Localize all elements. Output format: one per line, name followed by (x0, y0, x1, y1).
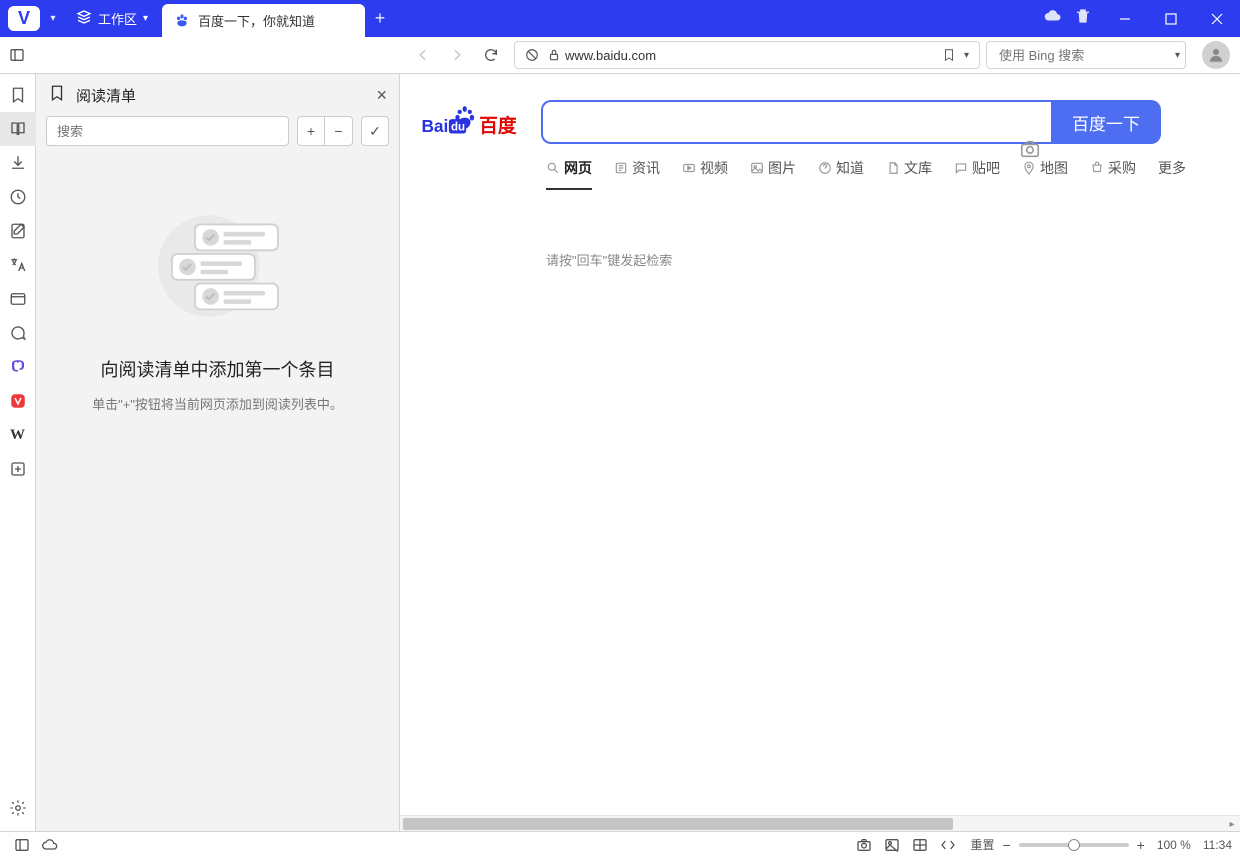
baidu-tab-more[interactable]: 更多 (1158, 158, 1186, 190)
tab-title: 百度一下，你就知道 (198, 11, 315, 30)
reading-list-panel: 阅读清单 × + − ✓ (36, 74, 400, 831)
svg-text:Bai: Bai (421, 116, 448, 136)
vivaldi-menu-chevron[interactable]: ▾ (44, 0, 62, 37)
chevron-down-icon[interactable]: ▾ (1175, 50, 1180, 61)
nav-back-button[interactable] (406, 37, 440, 74)
window-maximize-button[interactable] (1148, 0, 1194, 37)
panel-close-button[interactable]: × (376, 85, 387, 106)
url-input[interactable] (565, 48, 938, 63)
baidu-logo[interactable]: Bai du 百度 (420, 102, 521, 142)
panel-empty-state: 向阅读清单中添加第一个条目 单击"+"按钮将当前网页添加到阅读列表中。 (36, 156, 399, 831)
status-devtools-icon[interactable] (934, 832, 962, 857)
new-tab-button[interactable]: + (365, 0, 395, 37)
rail-history[interactable] (0, 180, 36, 214)
empty-illustration-icon (143, 206, 293, 326)
status-tiling-icon[interactable] (906, 832, 934, 857)
camera-icon[interactable] (1019, 138, 1041, 165)
workspace-button[interactable]: 工作区 ▾ (62, 0, 162, 37)
rail-bookmarks[interactable] (0, 78, 36, 112)
rail-downloads[interactable] (0, 146, 36, 180)
svg-text:百度: 百度 (479, 114, 517, 136)
rail-chat[interactable] (0, 316, 36, 350)
rail-add-panel[interactable] (0, 452, 36, 486)
sync-cloud-icon[interactable] (1044, 7, 1062, 30)
panel-mark-read-button[interactable]: ✓ (361, 116, 389, 146)
chevron-down-icon: ▾ (143, 13, 148, 24)
baidu-tab-web[interactable]: 网页 (546, 158, 592, 190)
clock: 11:34 (1203, 838, 1232, 852)
vivaldi-logo[interactable]: V (8, 6, 40, 31)
baidu-tab-zhidao[interactable]: 知道 (818, 158, 864, 190)
trash-icon[interactable] (1074, 7, 1092, 30)
toolbar: ▾ ▾ (0, 37, 1240, 74)
status-sync-icon[interactable] (36, 832, 64, 857)
zoom-out-button[interactable]: − (1002, 837, 1010, 853)
nav-forward-button[interactable] (440, 37, 474, 74)
panel-remove-button[interactable]: − (325, 116, 353, 146)
lock-icon[interactable] (543, 48, 565, 62)
scroll-thumb[interactable] (403, 818, 953, 830)
address-bar[interactable]: ▾ (514, 41, 980, 69)
baidu-tab-news[interactable]: 资讯 (614, 158, 660, 190)
panel-title: 阅读清单 (76, 85, 136, 106)
status-images-icon[interactable] (878, 832, 906, 857)
rail-settings[interactable] (0, 791, 36, 825)
rail-wikipedia[interactable]: W (0, 418, 36, 452)
baidu-hint-text: 请按"回车"键发起检索 (400, 190, 1240, 269)
zoom-slider-knob[interactable] (1068, 839, 1080, 851)
rail-window[interactable] (0, 282, 36, 316)
empty-subtitle: 单击"+"按钮将当前网页添加到阅读列表中。 (92, 394, 343, 413)
baidu-tab-wenku[interactable]: 文库 (886, 158, 932, 190)
scroll-right-arrow[interactable]: ▸ (1224, 816, 1240, 832)
baidu-search-input[interactable] (541, 100, 1051, 144)
rail-translate[interactable] (0, 248, 36, 282)
baidu-tab-image[interactable]: 图片 (750, 158, 796, 190)
baidu-favicon-icon (174, 13, 190, 29)
reading-list-icon (48, 84, 66, 107)
side-rail: W (0, 74, 36, 831)
zoom-in-button[interactable]: + (1137, 837, 1145, 853)
search-input[interactable] (993, 48, 1175, 63)
horizontal-scrollbar[interactable]: ◂ ▸ (400, 815, 1240, 831)
baidu-search-button[interactable]: 百度一下 (1051, 100, 1161, 144)
workspace-icon (76, 9, 92, 28)
baidu-tab-caigou[interactable]: 采购 (1090, 158, 1136, 190)
zoom-value: 100 % (1157, 838, 1191, 852)
nav-reload-button[interactable] (474, 37, 508, 74)
search-bar[interactable]: ▾ (986, 41, 1186, 69)
empty-title: 向阅读清单中添加第一个条目 (101, 356, 335, 382)
rail-vivaldi[interactable] (0, 384, 36, 418)
bookmark-icon[interactable] (938, 48, 960, 62)
status-panel-toggle[interactable] (8, 832, 36, 857)
panel-search[interactable] (46, 116, 289, 146)
zoom-reset-button[interactable]: 重置 (970, 836, 994, 853)
baidu-nav-tabs: 网页 资讯 视频 图片 知道 文库 贴吧 地图 采购 更多 (400, 144, 1240, 190)
chevron-down-icon[interactable]: ▾ (960, 50, 973, 61)
panel-add-button[interactable]: + (297, 116, 325, 146)
browser-tab-active[interactable]: 百度一下，你就知道 (162, 4, 365, 37)
page-content: Bai du 百度 百度一下 网页 资讯 视频 图片 知道 文库 贴吧 地图 采… (400, 74, 1240, 831)
zoom-slider[interactable] (1019, 843, 1129, 847)
rail-mastodon[interactable] (0, 350, 36, 384)
window-minimize-button[interactable] (1102, 0, 1148, 37)
baidu-tab-video[interactable]: 视频 (682, 158, 728, 190)
status-capture-icon[interactable] (850, 832, 878, 857)
rail-reading-list[interactable] (0, 112, 36, 146)
baidu-tab-tieba[interactable]: 贴吧 (954, 158, 1000, 190)
svg-text:du: du (451, 122, 465, 134)
window-close-button[interactable] (1194, 0, 1240, 37)
status-bar: 重置 − + 100 % 11:34 (0, 831, 1240, 857)
shield-icon[interactable] (521, 48, 543, 62)
panel-search-input[interactable] (57, 124, 278, 139)
title-bar: V ▾ 工作区 ▾ 百度一下，你就知道 + (0, 0, 1240, 37)
profile-avatar[interactable] (1202, 41, 1230, 69)
panel-toggle-button[interactable] (0, 37, 34, 74)
rail-notes[interactable] (0, 214, 36, 248)
workspace-label: 工作区 (98, 9, 137, 28)
